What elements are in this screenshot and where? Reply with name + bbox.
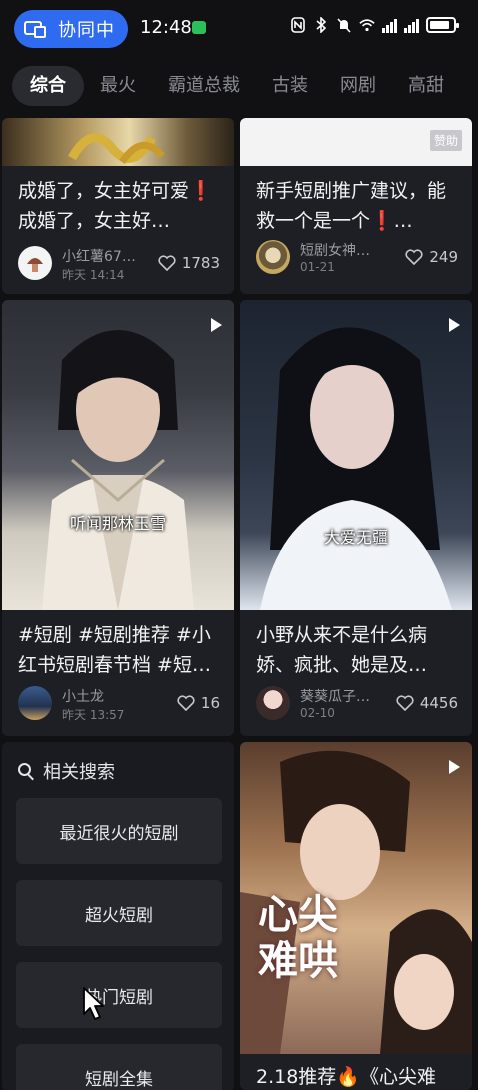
- author-row: 小红薯67… 昨天 14:14 1783: [18, 246, 220, 286]
- video-cover-image: 大爱无疆: [240, 300, 472, 610]
- card-title: 小野从来不是什么病娇、疯批、她是及…: [256, 624, 428, 676]
- tab-costume[interactable]: 古装: [256, 66, 324, 106]
- related-search-panel: 相关搜索 最近很火的短剧 超火短剧 热门短剧 短剧全集: [2, 742, 234, 1090]
- author-name[interactable]: 小红薯67…: [62, 246, 136, 266]
- feed-card-5[interactable]: 心尖难哄 2.18推荐🔥《心尖难: [240, 742, 472, 1090]
- like-count: 16: [200, 694, 220, 712]
- signal-1-icon: [382, 17, 397, 33]
- wifi-icon: [359, 16, 375, 34]
- card-cover-image: [2, 118, 234, 166]
- related-search-heading: 相关搜索: [18, 758, 115, 784]
- card-cover-image: 赞助: [240, 118, 472, 166]
- card-title: 新手短剧推广建议，能救一个是一个❗…: [256, 180, 447, 232]
- like-button[interactable]: 16: [177, 694, 220, 712]
- tab-hottest[interactable]: 最火: [84, 66, 152, 106]
- card-title: 2.18推荐🔥《心尖难: [256, 1066, 436, 1088]
- like-button[interactable]: 249: [405, 248, 458, 266]
- post-date: 01-21: [300, 260, 335, 274]
- video-cover-image: 心尖难哄: [240, 742, 472, 1054]
- author-name[interactable]: 小土龙: [62, 686, 104, 706]
- card-title: #短剧 #短剧推荐 #小红书短剧春节档 #短…: [18, 624, 211, 676]
- avatar[interactable]: [18, 686, 52, 720]
- related-search-item[interactable]: 热门短剧: [16, 962, 222, 1028]
- mute-bell-icon: [336, 16, 352, 34]
- related-search-item[interactable]: 最近很火的短剧: [16, 798, 222, 864]
- like-count: 4456: [419, 694, 458, 712]
- tab-sweet[interactable]: 高甜: [392, 66, 460, 106]
- feed-card-2[interactable]: 赞助 新手短剧推广建议，能救一个是一个❗… 短剧女神… 01-21 249: [240, 118, 472, 294]
- heart-icon: [177, 695, 195, 711]
- sponsored-badge: 赞助: [429, 130, 462, 151]
- avatar[interactable]: [256, 686, 290, 720]
- related-search-title: 相关搜索: [43, 762, 115, 783]
- battery-icon: [426, 17, 459, 33]
- author-name[interactable]: 葵葵瓜子…: [300, 686, 370, 706]
- author-row: 葵葵瓜子… 02-10 4456: [256, 686, 458, 726]
- video-cover-image: 听闻那林玉雪: [2, 300, 234, 610]
- bluetooth-icon: [313, 16, 329, 34]
- post-date: 昨天 14:14: [62, 268, 125, 282]
- video-play-icon: [449, 760, 460, 774]
- feed-card-4[interactable]: 大爱无疆 小野从来不是什么病娇、疯批、她是及… 葵葵瓜子… 02-10 4456: [240, 300, 472, 736]
- tab-web-drama[interactable]: 网剧: [324, 66, 392, 106]
- status-bar: 协同中 12:48: [0, 0, 478, 58]
- wechat-notification-icon: [192, 21, 206, 34]
- heart-icon: [396, 695, 414, 711]
- collab-pill[interactable]: 协同中: [14, 10, 128, 48]
- author-row: 短剧女神… 01-21 249: [256, 240, 458, 280]
- category-tabs: 综合 最火 霸道总裁 古装 网剧 高甜: [0, 62, 478, 110]
- like-count: 249: [429, 248, 458, 266]
- nfc-icon: [290, 16, 306, 34]
- post-date: 02-10: [300, 706, 335, 720]
- like-count: 1783: [181, 254, 220, 272]
- related-search-item[interactable]: 超火短剧: [16, 880, 222, 946]
- video-play-icon: [449, 318, 460, 332]
- avatar[interactable]: [256, 240, 290, 274]
- search-icon: [18, 762, 35, 780]
- like-button[interactable]: 1783: [158, 254, 220, 272]
- author-name[interactable]: 短剧女神…: [300, 240, 370, 260]
- related-search-item[interactable]: 短剧全集: [16, 1044, 222, 1090]
- signal-2-icon: [404, 17, 419, 33]
- heart-icon: [158, 255, 176, 271]
- collab-label: 协同中: [58, 20, 115, 41]
- poster-title: 心尖难哄: [258, 891, 338, 984]
- like-button[interactable]: 4456: [396, 694, 458, 712]
- multi-screen-icon: [24, 19, 48, 39]
- feed-card-3[interactable]: 听闻那林玉雪 #短剧 #短剧推荐 #小红书短剧春节档 #短… 小土龙 昨天 13…: [2, 300, 234, 736]
- mouse-cursor-icon: [83, 987, 104, 1020]
- author-row: 小土龙 昨天 13:57 16: [18, 686, 220, 726]
- post-date: 昨天 13:57: [62, 708, 125, 722]
- clock: 12:48: [140, 17, 192, 38]
- feed-card-1[interactable]: 成婚了，女主好可爱❗成婚了，女主好… 小红薯67… 昨天 14:14 1783: [2, 118, 234, 294]
- video-subtitle: 大爱无疆: [323, 528, 388, 547]
- video-subtitle: 听闻那林玉雪: [69, 514, 166, 533]
- tab-ceo-romance[interactable]: 霸道总裁: [152, 66, 256, 106]
- avatar[interactable]: [18, 246, 52, 280]
- heart-icon: [405, 249, 423, 265]
- video-play-icon: [211, 318, 222, 332]
- tab-comprehensive[interactable]: 综合: [12, 66, 84, 106]
- card-title: 成婚了，女主好可爱❗成婚了，女主好…: [18, 180, 213, 232]
